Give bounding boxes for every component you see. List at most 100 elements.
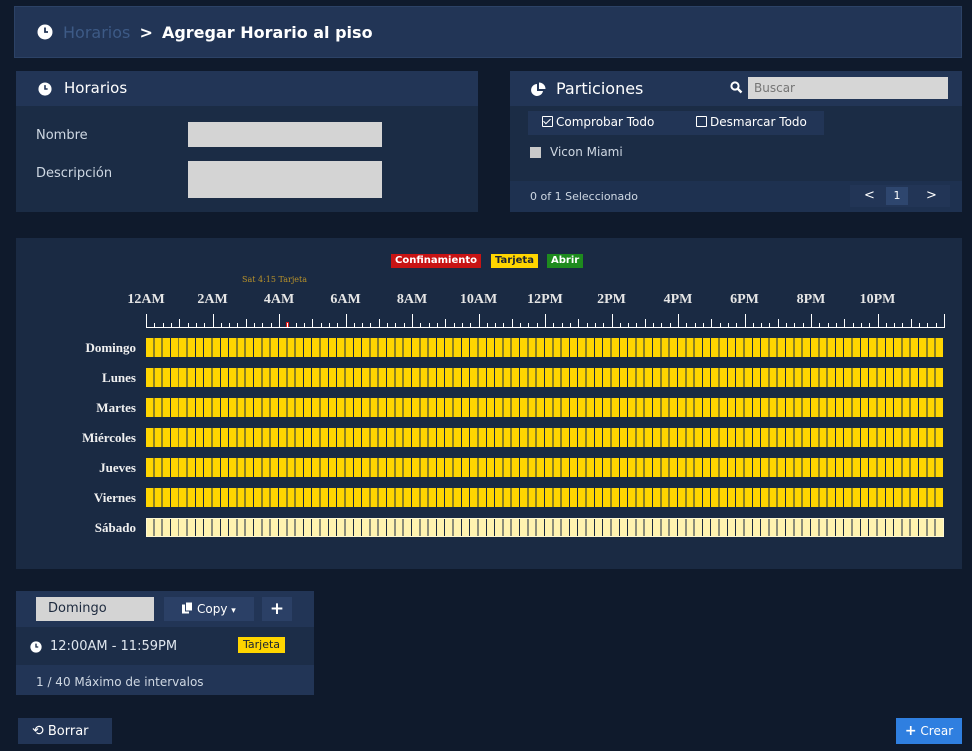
borrar-label: Borrar — [47, 724, 89, 739]
crear-button[interactable]: + Crear — [896, 718, 962, 744]
ruler-tick — [436, 323, 438, 328]
hour-label: 2AM — [197, 292, 228, 307]
next-page-button[interactable]: > — [926, 188, 937, 203]
nombre-field[interactable] — [188, 122, 382, 147]
ruler-tick — [877, 314, 879, 328]
prev-page-button[interactable]: < — [864, 188, 875, 203]
borrar-button[interactable]: ⟲ Borrar — [18, 718, 112, 744]
ruler-tick — [503, 323, 505, 328]
crear-label: Crear — [920, 724, 954, 738]
ruler-tick — [719, 323, 721, 328]
hour-label: 2PM — [597, 292, 626, 307]
ruler-tick — [353, 323, 355, 328]
ruler-tick — [860, 323, 862, 328]
ruler-tick — [569, 323, 571, 328]
ruler-tick — [661, 323, 663, 328]
ruler-tick — [287, 323, 289, 328]
uncheck-all-button[interactable]: Desmarcar Todo — [696, 115, 807, 129]
breadcrumb: Horarios > Agregar Horario al piso — [63, 23, 373, 42]
add-interval-button[interactable]: + — [262, 597, 292, 621]
ruler-tick — [453, 323, 455, 328]
particiones-panel-title: Particiones — [556, 79, 644, 98]
ruler-tick — [345, 314, 347, 328]
hour-label: 10PM — [859, 292, 896, 307]
day-schedule-bar[interactable] — [146, 398, 944, 417]
hour-label: 6PM — [730, 292, 759, 307]
pagination: < 1 > — [850, 185, 950, 207]
partition-checkbox[interactable] — [530, 147, 541, 158]
copy-icon — [182, 601, 194, 614]
ruler-tick — [885, 323, 887, 328]
ruler-tick — [653, 323, 655, 328]
ruler-tick — [187, 323, 189, 328]
check-all-button[interactable]: Comprobar Todo — [542, 115, 654, 129]
search-icon — [730, 81, 743, 94]
hour-label: 4PM — [663, 292, 693, 307]
ruler-tick — [328, 323, 330, 328]
copy-button[interactable]: Copy ▾ — [164, 597, 254, 621]
ruler-tick — [686, 323, 688, 328]
ruler-tick — [594, 323, 596, 328]
ruler-tick — [578, 319, 580, 328]
day-schedule-bar[interactable] — [146, 428, 944, 447]
ruler-tick — [478, 314, 480, 328]
ruler-tick — [819, 323, 821, 328]
interval-row[interactable]: 12:00AM - 11:59PM Tarjeta — [16, 627, 314, 665]
day-schedule-bar[interactable] — [146, 458, 944, 477]
legend-abrir[interactable]: Abrir — [547, 254, 584, 268]
ruler-tick — [220, 323, 222, 328]
ruler-tick — [844, 319, 846, 328]
copy-label: Copy — [197, 602, 228, 616]
day-label: Viernes — [93, 490, 136, 505]
ruler-tick — [254, 323, 256, 328]
breadcrumb-current: Agregar Horario al piso — [161, 23, 373, 42]
hour-label: 8AM — [396, 292, 428, 307]
ruler-tick — [378, 319, 380, 328]
ruler-tick — [927, 323, 929, 328]
ruler-tick — [561, 323, 563, 328]
day-schedule-bar[interactable] — [146, 518, 944, 537]
ruler-tick — [511, 319, 513, 328]
hour-label: 12AM — [127, 292, 165, 307]
ruler-tick — [944, 314, 945, 328]
ruler-tick — [902, 323, 904, 328]
legend-confinamiento[interactable]: Confinamiento — [391, 254, 482, 268]
ruler-tick — [611, 314, 613, 328]
ruler-tick — [894, 323, 896, 328]
hover-tooltip: Sat 4:15 Tarjeta — [242, 275, 308, 284]
ruler-tick — [420, 323, 422, 328]
ruler-tick — [744, 314, 746, 328]
ruler-tick — [395, 323, 397, 328]
breadcrumb-bar: Horarios > Agregar Horario al piso — [14, 6, 962, 58]
ruler-tick — [794, 323, 796, 328]
legend-tarjeta[interactable]: Tarjeta — [491, 254, 538, 268]
clock-icon — [38, 82, 52, 96]
particiones-panel: Particiones Comprobar Todo Desmarcar Tod… — [510, 71, 962, 212]
ruler-tick — [545, 314, 546, 328]
breadcrumb-separator: > — [139, 23, 153, 42]
ruler-tick — [761, 323, 763, 328]
ruler-tick — [237, 323, 239, 328]
day-schedule-bar[interactable] — [146, 488, 944, 507]
ruler-tick — [702, 323, 704, 328]
ruler-tick — [295, 323, 297, 328]
descripcion-field[interactable] — [188, 161, 382, 198]
clock-icon — [30, 641, 42, 653]
interval-mode-badge[interactable]: Tarjeta — [238, 637, 286, 653]
day-schedule-bar[interactable] — [146, 338, 944, 357]
ruler-tick — [910, 319, 912, 328]
hour-label: 12PM — [527, 292, 563, 307]
ruler-tick — [736, 323, 738, 328]
check-all-label: Comprobar Todo — [556, 115, 655, 129]
ruler-tick — [428, 323, 430, 328]
breadcrumb-parent-link[interactable]: Horarios — [63, 23, 130, 42]
search-input[interactable] — [748, 77, 948, 99]
uncheck-all-label: Desmarcar Todo — [710, 115, 807, 129]
hour-label: 4AM — [263, 292, 295, 307]
day-schedule-bar[interactable] — [146, 368, 944, 387]
day-select[interactable]: Domingo — [36, 597, 154, 621]
day-label: Miércoles — [82, 430, 136, 445]
page-number[interactable]: 1 — [886, 187, 908, 205]
ruler-tick — [370, 323, 372, 328]
ruler-tick — [461, 323, 463, 328]
